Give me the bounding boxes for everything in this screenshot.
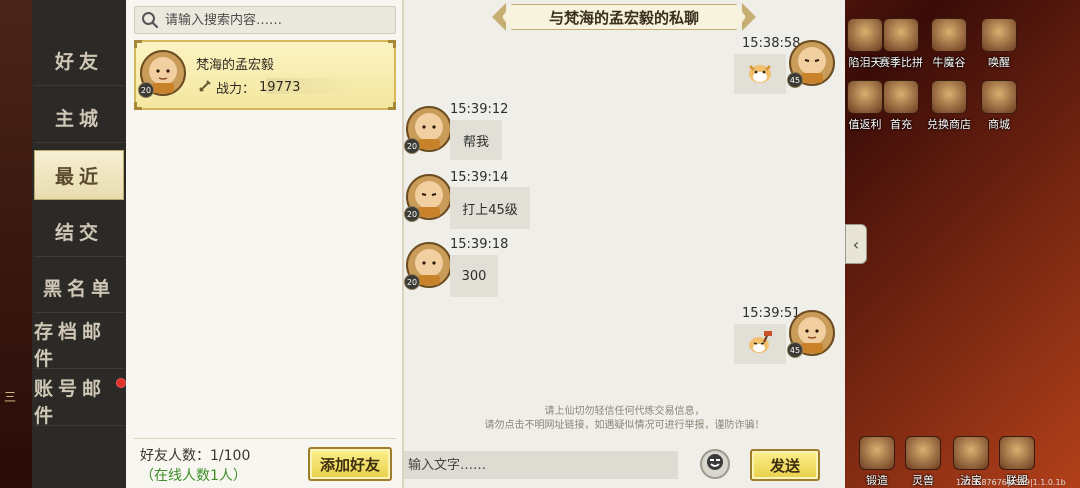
avatar[interactable]: 45 xyxy=(787,40,835,88)
search-input[interactable] xyxy=(165,12,385,28)
friend-list-panel: 20 梵海的孟宏毅 战力：19773 好友人数：1/100 （在线人数1人） 添… xyxy=(126,0,404,488)
avatar[interactable]: 20 xyxy=(404,174,452,222)
level-badge: 20 xyxy=(138,82,154,98)
notice-line: 请勿点击不明网址链接，如遇疑似情况可进行举报，谨防诈骗！ xyxy=(484,420,765,431)
version-text: 1370587676|4399|1.1.0.1b xyxy=(956,478,1066,487)
chat-title: 与梵海的孟宏毅的私聊 xyxy=(502,4,746,30)
avatar[interactable]: 20 xyxy=(404,242,452,290)
power-label: 战力： xyxy=(216,82,256,97)
friend-name: 梵海的孟宏毅 xyxy=(196,58,275,73)
tab-label: 最近 xyxy=(54,165,103,188)
tab-blacklist[interactable]: 黑名单 xyxy=(34,263,124,313)
icon-label: 唤醒 xyxy=(988,56,1010,69)
chat-bubble: 帮我 xyxy=(450,120,502,160)
power-value: 19773 xyxy=(259,80,301,95)
search-bar xyxy=(134,6,396,34)
level-badge: 45 xyxy=(787,342,803,358)
avatar[interactable]: 45 xyxy=(787,310,835,358)
sword-icon xyxy=(198,79,212,97)
avatar[interactable]: 20 xyxy=(404,106,452,154)
spirit-beast-icon[interactable]: 灵兽 xyxy=(896,436,950,488)
first-charge-icon[interactable]: 首充 xyxy=(874,80,928,132)
game-left-strip: 三 xyxy=(0,0,32,488)
tab-main-city[interactable]: 主城 xyxy=(34,93,124,143)
notice-line: 请上仙切勿轻信任何代练交易信息， xyxy=(544,406,705,417)
season-icon[interactable]: 赛季比拼 xyxy=(874,18,928,70)
send-button[interactable]: 发送 xyxy=(750,449,820,481)
tab-label: 结交 xyxy=(54,222,103,244)
valley-icon[interactable]: 牛魔谷 xyxy=(922,18,976,70)
level-badge: 20 xyxy=(404,206,420,222)
tab-friends[interactable]: 好友 xyxy=(34,36,124,86)
tab-label: 好友 xyxy=(54,51,103,73)
friend-list-item[interactable]: 20 梵海的孟宏毅 战力： 19773 xyxy=(134,40,396,110)
icon-label: 灵兽 xyxy=(912,474,934,487)
mall-icon[interactable]: 商城 xyxy=(972,80,1026,132)
chat-panel: 与梵海的孟宏毅的私聊 15:38:58 45 20 15:39:12 帮我 20… xyxy=(404,0,845,488)
emoji-face-icon xyxy=(705,452,725,476)
chat-input[interactable] xyxy=(404,451,678,479)
chat-bubble: 300 xyxy=(450,255,498,297)
level-badge: 20 xyxy=(404,274,420,290)
tab-label: 账号邮件 xyxy=(34,377,107,427)
safety-notice: 请上仙切勿轻信任何代练交易信息， 请勿点击不明网址链接，如遇疑似情况可进行举报，… xyxy=(404,405,845,433)
exchange-shop-icon[interactable]: 兑换商店 xyxy=(922,80,976,132)
tab-make-friends[interactable]: 结交 xyxy=(34,207,124,257)
level-badge: 20 xyxy=(404,138,420,154)
friend-count: 好友人数：1/100 xyxy=(140,448,251,464)
search-icon[interactable] xyxy=(135,11,165,29)
message-time: 15:39:12 xyxy=(450,102,509,117)
dog-hammer-emoji-icon xyxy=(746,329,774,359)
icon-label: 赛季比拼 xyxy=(879,56,923,69)
strip-text: 三 xyxy=(4,390,17,404)
add-friend-button[interactable]: 添加好友 xyxy=(308,447,392,481)
icon-label: 兑换商店 xyxy=(927,118,971,131)
level-badge: 45 xyxy=(787,72,803,88)
awaken-icon[interactable]: 唤醒 xyxy=(972,18,1026,70)
tab-account-mail[interactable]: 账号邮件 xyxy=(34,376,126,427)
notification-dot xyxy=(116,378,126,388)
tab-label: 存档邮件 xyxy=(34,320,107,370)
icon-label: 首充 xyxy=(890,118,912,131)
online-count: （在线人数1人） xyxy=(140,468,247,484)
collapse-arrow-icon[interactable]: ‹ xyxy=(845,224,867,264)
dog-emoji-icon xyxy=(747,60,773,88)
icon-label: 商城 xyxy=(988,118,1010,131)
icon-label: 牛魔谷 xyxy=(932,56,966,69)
chat-bubble xyxy=(734,54,786,94)
emoji-button[interactable] xyxy=(700,449,730,479)
tab-recent[interactable]: 最近 xyxy=(34,150,124,200)
chat-bubble xyxy=(734,324,786,364)
tab-label: 黑名单 xyxy=(42,278,115,300)
message-time: 15:39:18 xyxy=(450,237,509,252)
friend-power: 战力： 19773 xyxy=(198,78,300,97)
message-time: 15:39:14 xyxy=(450,170,509,185)
chat-input-bar: 发送 xyxy=(404,443,845,488)
avatar[interactable]: 20 xyxy=(138,50,186,98)
category-tabs: 好友 主城 最近 结交 黑名单 存档邮件 账号邮件 xyxy=(32,0,126,488)
chat-bubble: 打上45级 xyxy=(450,187,530,229)
friend-footer: 好友人数：1/100 （在线人数1人） 添加好友 xyxy=(134,438,396,488)
tab-archive-mail[interactable]: 存档邮件 xyxy=(34,319,124,370)
tab-label: 主城 xyxy=(54,108,103,130)
